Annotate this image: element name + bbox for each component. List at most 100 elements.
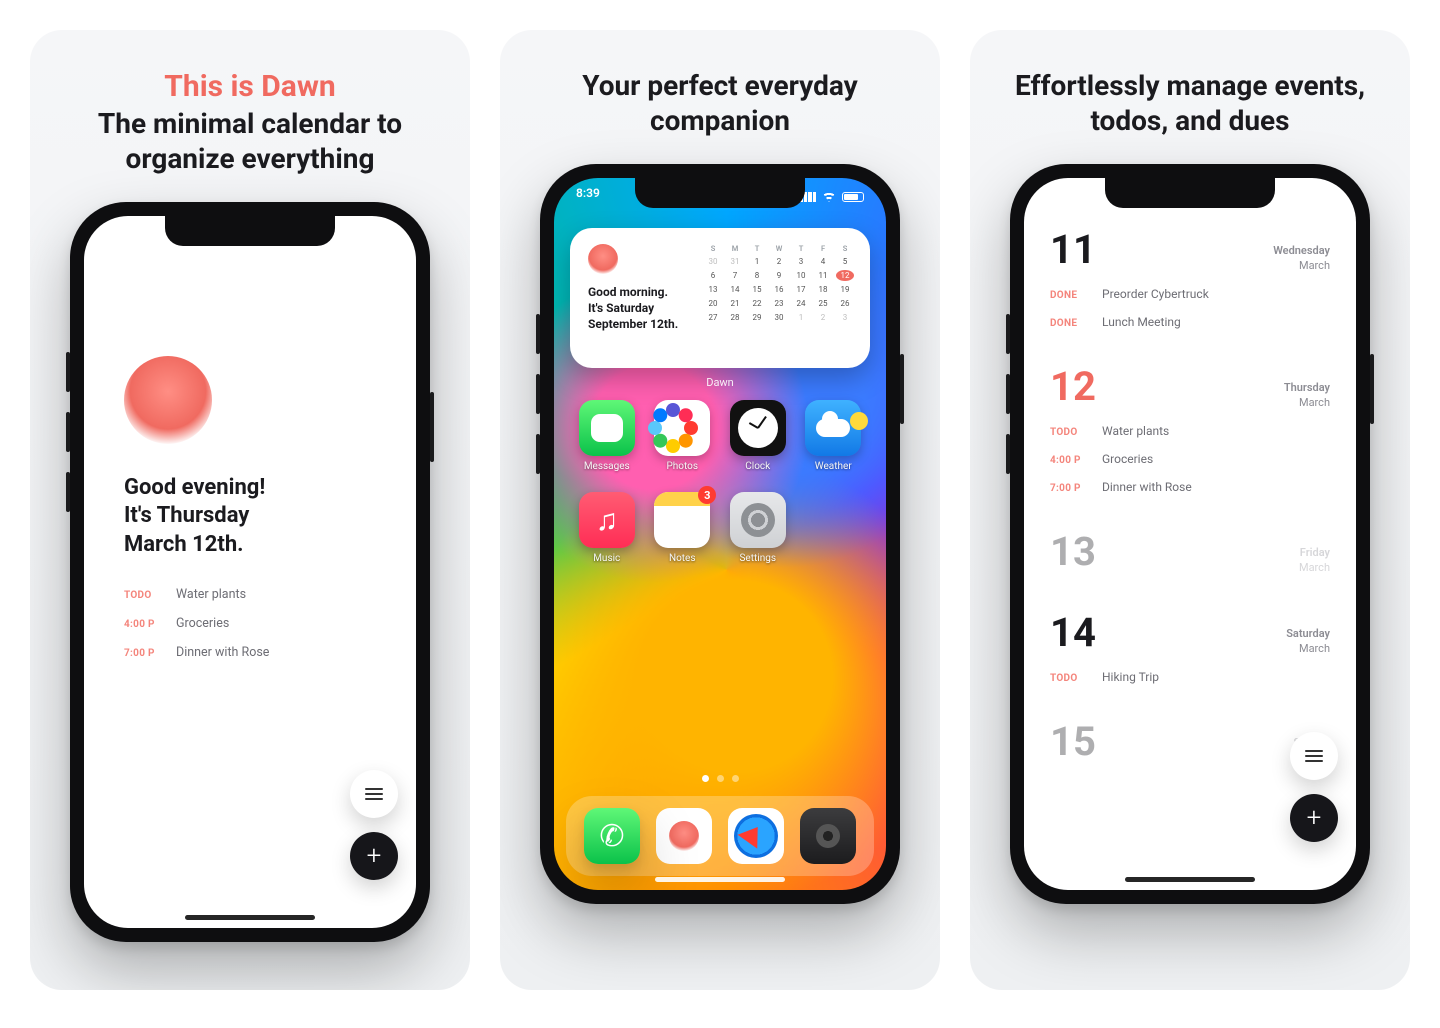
- calendar-day[interactable]: 3: [836, 312, 854, 323]
- agenda-day[interactable]: 12ThursdayMarchTODOWater plants4:00 PGro…: [1050, 363, 1330, 494]
- page-dot[interactable]: [702, 775, 709, 782]
- widget-line: It's Saturday: [588, 300, 690, 316]
- agenda-day-number: 14: [1050, 609, 1096, 656]
- calendar-day[interactable]: 27: [704, 312, 722, 323]
- calendar-day[interactable]: 13: [704, 284, 722, 295]
- device-notch: [1105, 178, 1275, 208]
- app-notes[interactable]: 3Notes: [652, 492, 714, 564]
- calendar-day[interactable]: 14: [726, 284, 744, 295]
- app-label: Photos: [666, 461, 698, 472]
- dock-app-dawn[interactable]: [656, 808, 712, 864]
- gear-icon: [730, 492, 786, 548]
- notification-badge: 3: [698, 486, 716, 504]
- calendar-day[interactable]: 31: [726, 256, 744, 267]
- page-dot[interactable]: [717, 775, 724, 782]
- greeting-line: Good evening!: [124, 474, 384, 503]
- dock-app-safari[interactable]: [728, 808, 784, 864]
- home-indicator[interactable]: [655, 877, 785, 882]
- greeting-line: March 12th.: [124, 531, 384, 560]
- card3-title: Effortlessly manage events, todos, and d…: [1000, 68, 1380, 138]
- calendar-dow: S: [704, 244, 722, 253]
- calendar-day[interactable]: 21: [726, 298, 744, 309]
- agenda-item[interactable]: DONEPreorder Cybertruck: [1050, 287, 1330, 301]
- calendar-day[interactable]: 2: [770, 256, 788, 267]
- compass-icon: [734, 814, 778, 858]
- calendar-day[interactable]: 30: [704, 256, 722, 267]
- app-music[interactable]: ♫Music: [576, 492, 638, 564]
- calendar-day[interactable]: 8: [748, 270, 766, 281]
- calendar-day[interactable]: 22: [748, 298, 766, 309]
- phone-mockup-3: 11WednesdayMarchDONEPreorder CybertruckD…: [1010, 164, 1370, 904]
- dock-app-camera[interactable]: [800, 808, 856, 864]
- event-row[interactable]: TODOWater plants: [124, 587, 384, 602]
- agenda-item[interactable]: 7:00 PDinner with Rose: [1050, 480, 1330, 494]
- agenda-item[interactable]: DONELunch Meeting: [1050, 315, 1330, 329]
- calendar-day[interactable]: 7: [726, 270, 744, 281]
- calendar-day[interactable]: 18: [814, 284, 832, 295]
- calendar-day[interactable]: 23: [770, 298, 788, 309]
- agenda-day[interactable]: 14 SaturdayMarch TODOHiking Trip: [1050, 609, 1330, 684]
- device-notch: [635, 178, 805, 208]
- agenda-item[interactable]: TODOWater plants: [1050, 424, 1330, 438]
- calendar-day[interactable]: 29: [748, 312, 766, 323]
- screen-dawn-today: Good evening! It's Thursday March 12th. …: [84, 216, 416, 928]
- page-dot[interactable]: [732, 775, 739, 782]
- app-clock[interactable]: Clock: [727, 400, 789, 472]
- calendar-day[interactable]: 4: [814, 256, 832, 267]
- event-label: Groceries: [176, 616, 229, 631]
- agenda-day-meta: SaturdayMarch: [1286, 627, 1330, 656]
- home-indicator[interactable]: [1125, 877, 1255, 882]
- add-button[interactable]: +: [350, 832, 398, 880]
- widget-line: September 12th.: [588, 316, 690, 332]
- calendar-day[interactable]: 3: [792, 256, 810, 267]
- agenda-day[interactable]: 15SundayMarch: [1050, 718, 1330, 765]
- phone-mockup-1: Good evening! It's Thursday March 12th. …: [70, 202, 430, 942]
- greeting-line: It's Thursday: [124, 502, 384, 531]
- menu-button[interactable]: [350, 770, 398, 818]
- calendar-day[interactable]: 10: [792, 270, 810, 281]
- calendar-day[interactable]: 26: [836, 298, 854, 309]
- app-label: Clock: [745, 461, 770, 472]
- sun-icon: [124, 356, 212, 444]
- promo-card-2: Your perfect everyday companion 8:39: [500, 30, 940, 990]
- app-weather[interactable]: Weather: [803, 400, 865, 472]
- calendar-day[interactable]: 12: [836, 270, 854, 281]
- agenda-item[interactable]: 4:00 PGroceries: [1050, 452, 1330, 466]
- agenda-day[interactable]: 13FridayMarch: [1050, 528, 1330, 575]
- calendar-day[interactable]: 20: [704, 298, 722, 309]
- app-label: Weather: [815, 461, 852, 472]
- calendar-day[interactable]: 25: [814, 298, 832, 309]
- event-tag: 7:00 P: [124, 648, 160, 659]
- calendar-day[interactable]: 17: [792, 284, 810, 295]
- calendar-day[interactable]: 28: [726, 312, 744, 323]
- calendar-dow: S: [836, 244, 854, 253]
- agenda-item[interactable]: TODOHiking Trip: [1050, 670, 1330, 684]
- calendar-day[interactable]: 9: [770, 270, 788, 281]
- calendar-day[interactable]: 19: [836, 284, 854, 295]
- home-indicator[interactable]: [185, 915, 315, 920]
- calendar-day[interactable]: 1: [748, 256, 766, 267]
- app-messages[interactable]: Messages: [576, 400, 638, 472]
- calendar-day[interactable]: 1: [792, 312, 810, 323]
- app-settings[interactable]: Settings: [727, 492, 789, 564]
- app-photos[interactable]: Photos: [652, 400, 714, 472]
- calendar-day[interactable]: 6: [704, 270, 722, 281]
- calendar-day[interactable]: 15: [748, 284, 766, 295]
- dock-app-phone[interactable]: ✆: [584, 808, 640, 864]
- calendar-day[interactable]: 24: [792, 298, 810, 309]
- add-button[interactable]: +: [1290, 794, 1338, 842]
- agenda-day[interactable]: 11WednesdayMarchDONEPreorder CybertruckD…: [1050, 226, 1330, 329]
- calendar-day[interactable]: 30: [770, 312, 788, 323]
- calendar-day[interactable]: 16: [770, 284, 788, 295]
- page-indicator[interactable]: [554, 775, 886, 782]
- dawn-widget[interactable]: Good morning. It's Saturday September 12…: [570, 228, 870, 368]
- calendar-day[interactable]: 11: [814, 270, 832, 281]
- event-row[interactable]: 7:00 PDinner with Rose: [124, 645, 384, 660]
- calendar-day[interactable]: 5: [836, 256, 854, 267]
- phone-icon: ✆: [599, 819, 624, 854]
- screen-ios-home: 8:39 Good morning. It's Saturday Septemb…: [554, 178, 886, 890]
- menu-button[interactable]: [1290, 732, 1338, 780]
- event-row[interactable]: 4:00 PGroceries: [124, 616, 384, 631]
- event-label: Preorder Cybertruck: [1102, 287, 1209, 301]
- calendar-day[interactable]: 2: [814, 312, 832, 323]
